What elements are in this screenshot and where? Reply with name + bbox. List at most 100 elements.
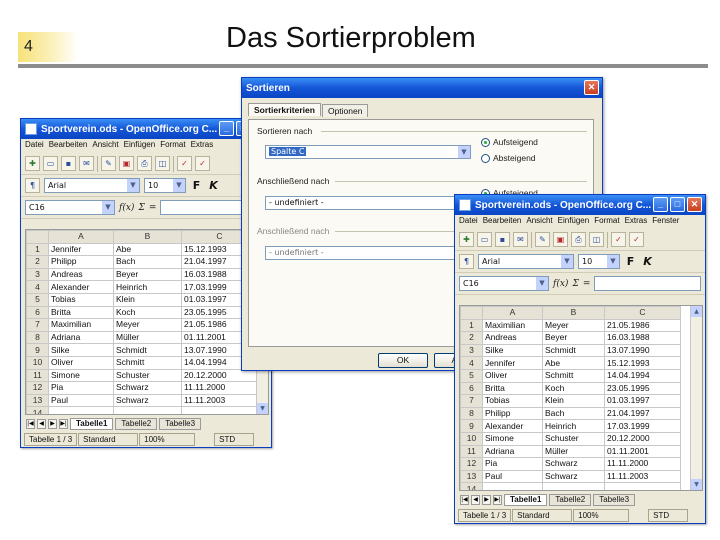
- window-titlebar[interactable]: Sportverein.ods - OpenOffice.org C... _ …: [21, 119, 271, 139]
- row-header[interactable]: 2: [460, 331, 483, 345]
- sheet-tab-2[interactable]: Tabelle2: [115, 418, 158, 430]
- row-header[interactable]: 14: [460, 482, 483, 490]
- menu-bearbeiten[interactable]: Bearbeiten: [49, 140, 88, 152]
- font-size-select[interactable]: 10 ▼: [578, 254, 620, 269]
- print-icon[interactable]: ⎙: [571, 232, 586, 247]
- bold-button[interactable]: F: [624, 255, 637, 268]
- last-name-cell[interactable]: Koch: [542, 381, 605, 396]
- menu-format[interactable]: Format: [594, 216, 619, 228]
- last-name-cell[interactable]: Koch: [113, 305, 182, 320]
- next-sheet-icon[interactable]: ▶: [482, 495, 491, 505]
- first-name-cell[interactable]: Pia: [48, 381, 114, 395]
- print-icon[interactable]: ⎙: [137, 156, 152, 171]
- row-header[interactable]: 11: [26, 368, 49, 383]
- vertical-scrollbar[interactable]: ▲ ▼: [690, 306, 702, 490]
- italic-button[interactable]: K: [207, 179, 220, 192]
- menu-bearbeiten[interactable]: Bearbeiten: [483, 216, 522, 228]
- birthdate-cell[interactable]: 13.07.1990: [604, 343, 681, 358]
- edit-icon[interactable]: ✎: [535, 232, 550, 247]
- row-header[interactable]: 12: [460, 457, 483, 471]
- first-name-cell[interactable]: Silke: [48, 343, 114, 357]
- last-name-cell[interactable]: Beyer: [542, 331, 605, 345]
- last-name-cell[interactable]: Schmitt: [113, 355, 182, 370]
- birthdate-cell[interactable]: 11.11.2000: [181, 381, 258, 395]
- save-icon[interactable]: ▪: [495, 232, 510, 247]
- column-header-b[interactable]: B: [113, 230, 182, 244]
- column-header-a[interactable]: A: [482, 306, 543, 320]
- window-titlebar[interactable]: Sportverein.ods - OpenOffice.org C... _ …: [455, 195, 705, 215]
- preview-icon[interactable]: ◫: [589, 232, 604, 247]
- birthdate-cell[interactable]: 01.11.2001: [604, 444, 681, 459]
- last-name-cell[interactable]: Schuster: [542, 431, 605, 446]
- sort-key-2-select[interactable]: - undefiniert -▼: [265, 196, 471, 210]
- menu-ansicht[interactable]: Ansicht: [526, 216, 552, 228]
- sheet-tab-3[interactable]: Tabelle3: [159, 418, 202, 430]
- row-header[interactable]: 8: [460, 406, 483, 421]
- first-name-cell[interactable]: Simone: [482, 431, 543, 446]
- function-wizard-icon[interactable]: f(x): [553, 279, 568, 289]
- row-header[interactable]: 6: [26, 305, 49, 320]
- minimize-button[interactable]: _: [219, 121, 234, 136]
- first-name-cell[interactable]: [482, 482, 543, 490]
- birthdate-cell[interactable]: 15.12.1993: [604, 356, 681, 370]
- last-name-cell[interactable]: Meyer: [113, 318, 182, 332]
- last-name-cell[interactable]: Schmidt: [542, 343, 605, 358]
- row-header[interactable]: 14: [26, 406, 49, 414]
- row-header[interactable]: 4: [460, 356, 483, 370]
- formula-input[interactable]: [594, 276, 701, 291]
- first-name-cell[interactable]: Simone: [48, 368, 114, 383]
- row-header[interactable]: 9: [26, 343, 49, 357]
- first-name-cell[interactable]: [48, 406, 114, 414]
- scroll-down-icon[interactable]: ▼: [691, 479, 702, 490]
- last-name-cell[interactable]: Beyer: [113, 267, 182, 282]
- new-document-icon[interactable]: ✚: [459, 232, 474, 247]
- menu-extras[interactable]: Extras: [191, 140, 214, 152]
- row-header[interactable]: 5: [26, 292, 49, 307]
- descending-radio-1[interactable]: Absteigend: [481, 153, 536, 163]
- first-name-cell[interactable]: Paul: [48, 393, 114, 408]
- birthdate-cell[interactable]: [604, 482, 681, 490]
- new-document-icon[interactable]: ✚: [25, 156, 40, 171]
- last-name-cell[interactable]: Schwarz: [542, 469, 605, 484]
- autospell-icon[interactable]: ✓: [195, 156, 210, 171]
- last-sheet-icon[interactable]: ▶|: [59, 419, 68, 429]
- row-header[interactable]: 6: [460, 381, 483, 396]
- first-name-cell[interactable]: Adriana: [48, 330, 114, 345]
- last-name-cell[interactable]: Heinrich: [542, 419, 605, 433]
- birthdate-cell[interactable]: 11.11.2003: [181, 393, 258, 408]
- equals-icon[interactable]: =: [583, 279, 591, 289]
- font-name-select[interactable]: Arial ▼: [478, 254, 574, 269]
- last-name-cell[interactable]: Klein: [113, 292, 182, 307]
- last-name-cell[interactable]: Müller: [542, 444, 605, 459]
- column-header-c[interactable]: C: [604, 306, 681, 320]
- birthdate-cell[interactable]: 23.05.1995: [604, 381, 681, 396]
- corner-cell[interactable]: [460, 306, 483, 320]
- scroll-down-icon[interactable]: ▼: [257, 403, 268, 414]
- sheet-tab-1[interactable]: Tabelle1: [70, 418, 114, 430]
- row-header[interactable]: 3: [460, 343, 483, 358]
- corner-cell[interactable]: [26, 230, 49, 244]
- birthdate-cell[interactable]: 21.04.1997: [604, 406, 681, 421]
- styles-icon[interactable]: ¶: [459, 254, 474, 269]
- last-name-cell[interactable]: Bach: [113, 255, 182, 269]
- sheet-tab-1[interactable]: Tabelle1: [504, 494, 548, 506]
- birthdate-cell[interactable]: 14.04.1994: [604, 368, 681, 383]
- last-sheet-icon[interactable]: ▶|: [493, 495, 502, 505]
- column-header-b[interactable]: B: [542, 306, 605, 320]
- minimize-button[interactable]: _: [653, 197, 668, 212]
- save-icon[interactable]: ▪: [61, 156, 76, 171]
- first-name-cell[interactable]: Oliver: [48, 355, 114, 370]
- spellcheck-icon[interactable]: ✓: [611, 232, 626, 247]
- row-header[interactable]: 10: [26, 355, 49, 370]
- first-name-cell[interactable]: Maximilian: [482, 318, 543, 333]
- tab-sortierkriterien[interactable]: Sortierkriterien: [248, 103, 321, 116]
- row-header[interactable]: 7: [460, 394, 483, 408]
- bold-button[interactable]: F: [190, 179, 203, 192]
- birthdate-cell[interactable]: 11.11.2000: [604, 457, 681, 471]
- last-name-cell[interactable]: Schwarz: [542, 457, 605, 471]
- spellcheck-icon[interactable]: ✓: [177, 156, 192, 171]
- column-header-a[interactable]: A: [48, 230, 114, 244]
- first-name-cell[interactable]: Maximilian: [48, 318, 114, 332]
- row-header[interactable]: 9: [460, 419, 483, 433]
- first-sheet-icon[interactable]: |◀: [460, 495, 469, 505]
